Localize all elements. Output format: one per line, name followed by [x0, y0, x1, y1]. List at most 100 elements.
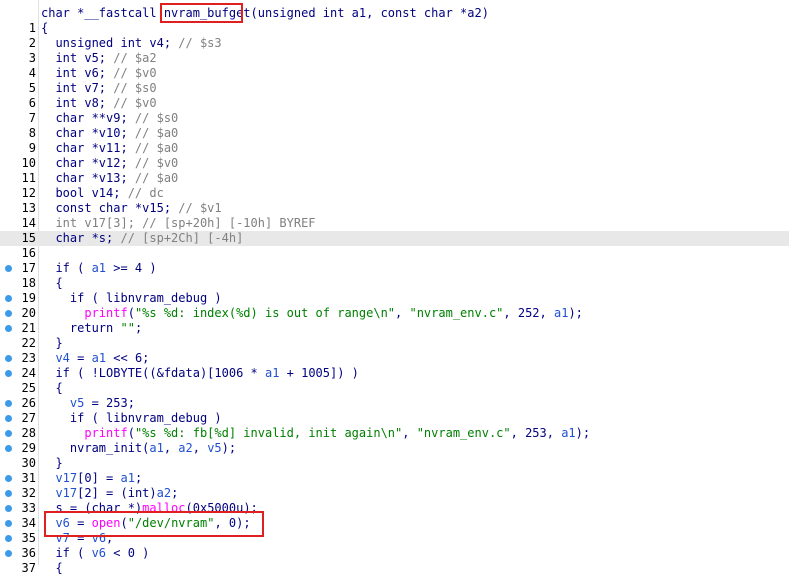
line-gutter[interactable]: 23: [0, 351, 38, 366]
breakpoint-dot-icon[interactable]: [5, 445, 12, 452]
line-gutter[interactable]: 10: [0, 156, 38, 171]
code-token-var[interactable]: v6: [92, 546, 106, 560]
code-token-var[interactable]: a2: [157, 486, 171, 500]
line-gutter[interactable]: 4: [0, 66, 38, 81]
code-line[interactable]: 20 printf("%s %d: index(%d) is out of ra…: [0, 306, 789, 321]
code-line[interactable]: 21 return "";: [0, 321, 789, 336]
line-gutter[interactable]: 7: [0, 111, 38, 126]
line-gutter[interactable]: 27: [0, 411, 38, 426]
line-gutter[interactable]: 5: [0, 81, 38, 96]
line-gutter[interactable]: 12: [0, 186, 38, 201]
code-line[interactable]: 8 char *v10; // $a0: [0, 126, 789, 141]
pseudocode-view[interactable]: char *__fastcall nvram_bufget(unsigned i…: [0, 0, 789, 575]
code-line[interactable]: 31 v17[0] = a1;: [0, 471, 789, 486]
code-line[interactable]: 19 if ( libnvram_debug ): [0, 291, 789, 306]
line-gutter[interactable]: 37: [0, 561, 38, 576]
line-gutter[interactable]: 25: [0, 381, 38, 396]
code-line[interactable]: 4 int v6; // $v0: [0, 66, 789, 81]
line-gutter[interactable]: 29: [0, 441, 38, 456]
breakpoint-dot-icon[interactable]: [5, 490, 12, 497]
code-line[interactable]: 5 int v7; // $s0: [0, 81, 789, 96]
code-line[interactable]: 6 int v8; // $v0: [0, 96, 789, 111]
code-token-var[interactable]: a1: [92, 351, 106, 365]
line-gutter[interactable]: 33: [0, 501, 38, 516]
line-gutter[interactable]: 31: [0, 471, 38, 486]
breakpoint-dot-icon[interactable]: [5, 535, 12, 542]
line-gutter[interactable]: 16: [0, 246, 38, 261]
line-gutter[interactable]: 11: [0, 171, 38, 186]
code-line[interactable]: 37 {: [0, 561, 789, 576]
code-token-var[interactable]: v5: [207, 441, 221, 455]
code-token-func[interactable]: printf: [41, 426, 127, 440]
code-token-var[interactable]: a1: [121, 471, 135, 485]
line-gutter[interactable]: 17: [0, 261, 38, 276]
breakpoint-dot-icon[interactable]: [5, 295, 12, 302]
code-token-var[interactable]: a1: [554, 306, 568, 320]
line-gutter[interactable]: 36: [0, 546, 38, 561]
line-gutter[interactable]: 14: [0, 216, 38, 231]
line-gutter[interactable]: 15: [0, 231, 38, 246]
line-gutter[interactable]: 3: [0, 51, 38, 66]
line-gutter[interactable]: 22: [0, 336, 38, 351]
code-line[interactable]: 2 unsigned int v4; // $s3: [0, 36, 789, 51]
code-line[interactable]: 1{: [0, 21, 789, 36]
line-gutter[interactable]: 1: [0, 21, 38, 36]
breakpoint-dot-icon[interactable]: [5, 355, 12, 362]
code-line[interactable]: 27 if ( libnvram_debug ): [0, 411, 789, 426]
line-gutter[interactable]: [0, 6, 38, 21]
line-gutter[interactable]: 19: [0, 291, 38, 306]
breakpoint-dot-icon[interactable]: [5, 550, 12, 557]
code-token-var[interactable]: v17: [55, 486, 77, 500]
code-line[interactable]: 14 int v17[3]; // [sp+20h] [-10h] BYREF: [0, 216, 789, 231]
breakpoint-dot-icon[interactable]: [5, 505, 12, 512]
code-line[interactable]: 10 char *v12; // $v0: [0, 156, 789, 171]
breakpoint-dot-icon[interactable]: [5, 430, 12, 437]
code-token-var[interactable]: a1: [561, 426, 575, 440]
line-gutter[interactable]: 20: [0, 306, 38, 321]
code-line[interactable]: 29 nvram_init(a1, a2, v5);: [0, 441, 789, 456]
line-gutter[interactable]: 18: [0, 276, 38, 291]
line-gutter[interactable]: 35: [0, 531, 38, 546]
line-gutter[interactable]: 21: [0, 321, 38, 336]
code-token-var[interactable]: v5: [70, 396, 84, 410]
code-line[interactable]: 28 printf("%s %d: fb[%d] invalid, init a…: [0, 426, 789, 441]
code-token-var[interactable]: v17: [55, 471, 77, 485]
code-line[interactable]: 18 {: [0, 276, 789, 291]
code-line[interactable]: 7 char **v9; // $s0: [0, 111, 789, 126]
breakpoint-dot-icon[interactable]: [5, 325, 12, 332]
code-token-var[interactable]: a1: [265, 366, 279, 380]
line-gutter[interactable]: 30: [0, 456, 38, 471]
line-gutter[interactable]: 24: [0, 366, 38, 381]
code-line[interactable]: 16: [0, 246, 789, 261]
code-line[interactable]: 17 if ( a1 >= 4 ): [0, 261, 789, 276]
line-gutter[interactable]: 8: [0, 126, 38, 141]
code-line[interactable]: 9 char *v11; // $a0: [0, 141, 789, 156]
breakpoint-dot-icon[interactable]: [5, 520, 12, 527]
line-gutter[interactable]: 13: [0, 201, 38, 216]
breakpoint-dot-icon[interactable]: [5, 400, 12, 407]
code-line[interactable]: 22 }: [0, 336, 789, 351]
code-token-var[interactable]: a1: [92, 261, 106, 275]
code-line[interactable]: 25 {: [0, 381, 789, 396]
breakpoint-dot-icon[interactable]: [5, 475, 12, 482]
code-token-var[interactable]: a1: [149, 441, 163, 455]
line-gutter[interactable]: 28: [0, 426, 38, 441]
code-line[interactable]: 24 if ( !LOBYTE((&fdata)[1006 * a1 + 100…: [0, 366, 789, 381]
line-gutter[interactable]: 2: [0, 36, 38, 51]
code-line[interactable]: 15 char *s; // [sp+2Ch] [-4h]: [0, 231, 789, 246]
code-line[interactable]: 36 if ( v6 < 0 ): [0, 546, 789, 561]
breakpoint-dot-icon[interactable]: [5, 265, 12, 272]
line-gutter[interactable]: 9: [0, 141, 38, 156]
breakpoint-dot-icon[interactable]: [5, 310, 12, 317]
line-gutter[interactable]: 34: [0, 516, 38, 531]
code-line[interactable]: 30 }: [0, 456, 789, 471]
code-token-func[interactable]: printf: [41, 306, 127, 320]
code-line[interactable]: 13 const char *v15; // $v1: [0, 201, 789, 216]
code-token-var[interactable]: v4: [55, 351, 69, 365]
breakpoint-dot-icon[interactable]: [5, 415, 12, 422]
breakpoint-dot-icon[interactable]: [5, 370, 12, 377]
code-line[interactable]: 23 v4 = a1 << 6;: [0, 351, 789, 366]
line-gutter[interactable]: 6: [0, 96, 38, 111]
code-line[interactable]: 3 int v5; // $a2: [0, 51, 789, 66]
code-line[interactable]: char *__fastcall nvram_bufget(unsigned i…: [0, 6, 789, 21]
